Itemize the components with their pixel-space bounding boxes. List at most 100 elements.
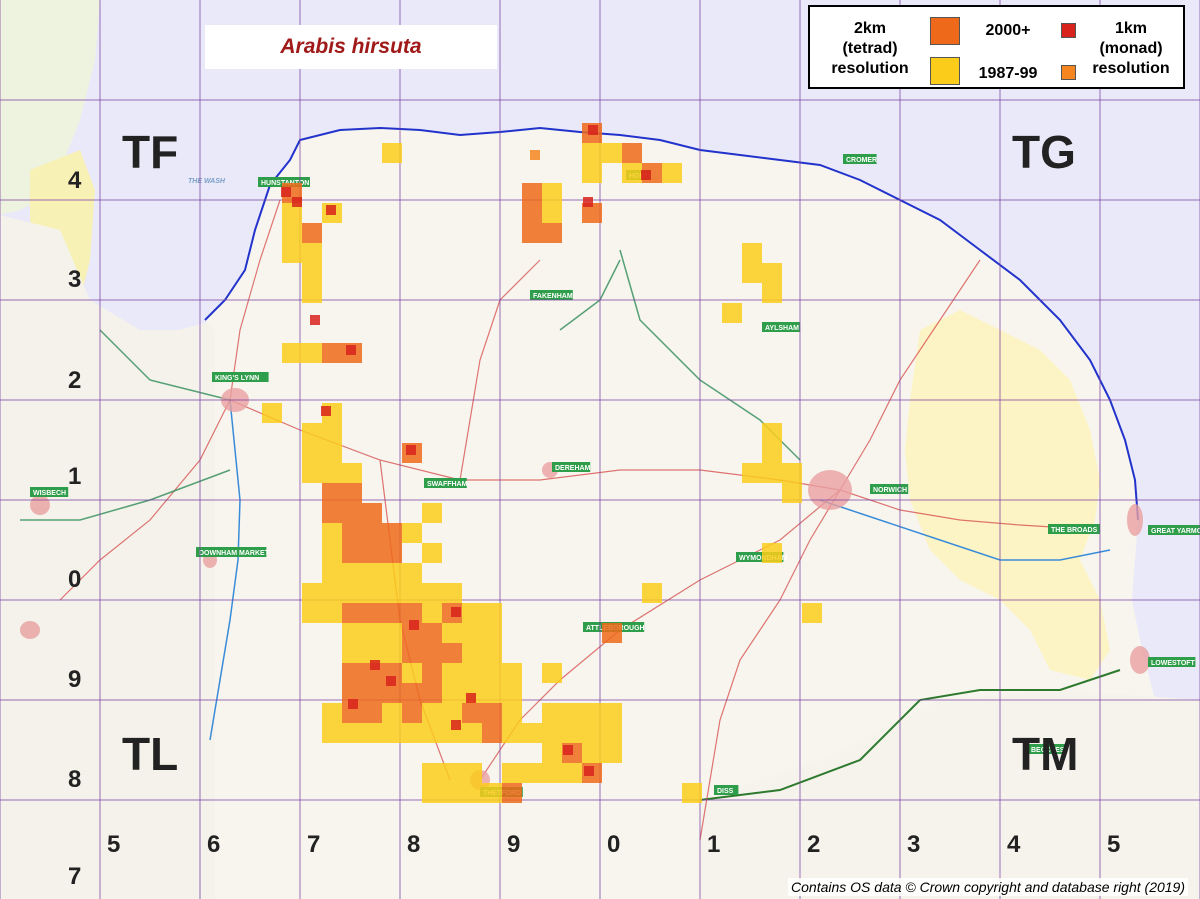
tetrad-record-2000plus <box>522 183 542 203</box>
tetrad-record-1987-99 <box>262 403 282 423</box>
svg-text:THE BROADS: THE BROADS <box>1051 527 1098 534</box>
tetrad-record-1987-99 <box>362 563 382 583</box>
tetrad-record-1987-99 <box>382 143 402 163</box>
tetrad-record-1987-99 <box>362 583 382 603</box>
tetrad-record-1987-99 <box>302 423 322 443</box>
tetrad-record-1987-99 <box>682 783 702 803</box>
tetrad-record-1987-99 <box>762 443 782 463</box>
place-label: NORWICH <box>870 484 909 494</box>
tetrad-record-1987-99 <box>402 563 422 583</box>
svg-text:LOWESTOFT: LOWESTOFT <box>1151 660 1196 667</box>
tetrad-record-2000plus <box>322 503 342 523</box>
tetrad-record-2000plus <box>342 603 362 623</box>
tetrad-record-1987-99 <box>422 723 442 743</box>
northing-label: 0 <box>68 566 81 593</box>
svg-text:GREAT YARMOUTH: GREAT YARMOUTH <box>1151 528 1200 535</box>
monad-record-2000plus <box>583 197 593 207</box>
tetrad-record-1987-99 <box>742 263 762 283</box>
tetrad-record-1987-99 <box>722 303 742 323</box>
tetrad-record-2000plus <box>442 643 462 663</box>
tetrad-record-1987-99 <box>362 623 382 643</box>
place-label: WISBECH <box>30 487 69 497</box>
tetrad-record-1987-99 <box>342 723 362 743</box>
tetrad-record-1987-99 <box>642 583 662 603</box>
tetrad-record-1987-99 <box>502 703 522 723</box>
tetrad-record-1987-99 <box>342 463 362 483</box>
tetrad-record-1987-99 <box>362 723 382 743</box>
tetrad-record-1987-99 <box>742 243 762 263</box>
legend-swatch-tetrad-old <box>930 57 960 85</box>
tetrad-record-1987-99 <box>442 663 462 683</box>
tetrad-record-2000plus <box>622 143 642 163</box>
tetrad-record-1987-99 <box>422 583 442 603</box>
place-label: KING'S LYNN <box>212 372 269 382</box>
northing-label: 2 <box>68 367 81 394</box>
easting-label: 1 <box>707 831 720 858</box>
tetrad-record-1987-99 <box>502 763 522 783</box>
tetrad-record-1987-99 <box>422 763 442 783</box>
place-label: DEREHAM <box>552 462 591 472</box>
tetrad-record-1987-99 <box>322 563 342 583</box>
easting-label: 3 <box>907 831 920 858</box>
tetrad-record-2000plus <box>402 683 422 703</box>
tetrad-record-1987-99 <box>382 563 402 583</box>
tetrad-record-2000plus <box>402 643 422 663</box>
tetrad-record-2000plus <box>362 503 382 523</box>
tetrad-record-1987-99 <box>422 603 442 623</box>
tetrad-record-2000plus <box>362 603 382 623</box>
place-label: GREAT YARMOUTH <box>1148 525 1200 535</box>
tetrad-record-1987-99 <box>762 423 782 443</box>
tetrad-record-1987-99 <box>542 703 562 723</box>
svg-text:DEREHAM: DEREHAM <box>555 465 591 472</box>
monad-record-2000plus <box>310 315 320 325</box>
grid-letter-tl: TL <box>122 728 178 780</box>
northing-label: 8 <box>68 766 81 793</box>
tetrad-record-1987-99 <box>302 243 322 263</box>
tetrad-record-1987-99 <box>302 583 322 603</box>
legend-period-old: 1987-99 <box>978 65 1038 82</box>
monad-record-2000plus <box>281 187 291 197</box>
tetrad-record-1987-99 <box>402 723 422 743</box>
tetrad-record-1987-99 <box>762 263 782 283</box>
tetrad-record-1987-99 <box>582 723 602 743</box>
legend-period-recent: 2000+ <box>985 22 1031 39</box>
tetrad-record-1987-99 <box>462 723 482 743</box>
tetrad-record-1987-99 <box>542 763 562 783</box>
legend-swatch-monad-old <box>1061 65 1076 80</box>
tetrad-record-1987-99 <box>462 623 482 643</box>
tetrad-record-2000plus <box>502 783 522 803</box>
tetrad-record-1987-99 <box>342 643 362 663</box>
tetrad-record-1987-99 <box>442 583 462 603</box>
tetrad-record-2000plus <box>342 483 362 503</box>
tetrad-record-1987-99 <box>462 643 482 663</box>
tetrad-record-1987-99 <box>422 783 442 803</box>
tetrad-record-1987-99 <box>542 183 562 203</box>
tetrad-record-1987-99 <box>502 683 522 703</box>
tetrad-record-1987-99 <box>782 483 802 503</box>
monad-record-2000plus <box>466 693 476 703</box>
tetrad-record-2000plus <box>402 703 422 723</box>
monad-record-2000plus <box>348 699 358 709</box>
tetrad-record-1987-99 <box>342 563 362 583</box>
svg-text:KING'S LYNN: KING'S LYNN <box>215 375 259 382</box>
legend-1km-label: 1km (monad) resolution <box>1092 20 1170 77</box>
tetrad-record-2000plus <box>322 343 342 363</box>
easting-label: 5 <box>1107 831 1120 858</box>
tetrad-record-2000plus <box>362 543 382 563</box>
tetrad-record-1987-99 <box>322 463 342 483</box>
monad-record-2000plus <box>584 766 594 776</box>
tetrad-record-2000plus <box>602 623 622 643</box>
tetrad-record-2000plus <box>482 723 502 743</box>
tetrad-record-2000plus <box>302 223 322 243</box>
tetrad-record-1987-99 <box>742 463 762 483</box>
tetrad-record-1987-99 <box>602 723 622 743</box>
easting-label: 4 <box>1007 831 1021 858</box>
tetrad-record-1987-99 <box>422 543 442 563</box>
northing-label: 9 <box>68 666 81 693</box>
tetrad-record-1987-99 <box>322 603 342 623</box>
tetrad-record-1987-99 <box>382 583 402 603</box>
tetrad-record-1987-99 <box>342 623 362 643</box>
tetrad-record-1987-99 <box>542 723 562 743</box>
monad-record-2000plus <box>370 660 380 670</box>
tetrad-record-1987-99 <box>582 703 602 723</box>
